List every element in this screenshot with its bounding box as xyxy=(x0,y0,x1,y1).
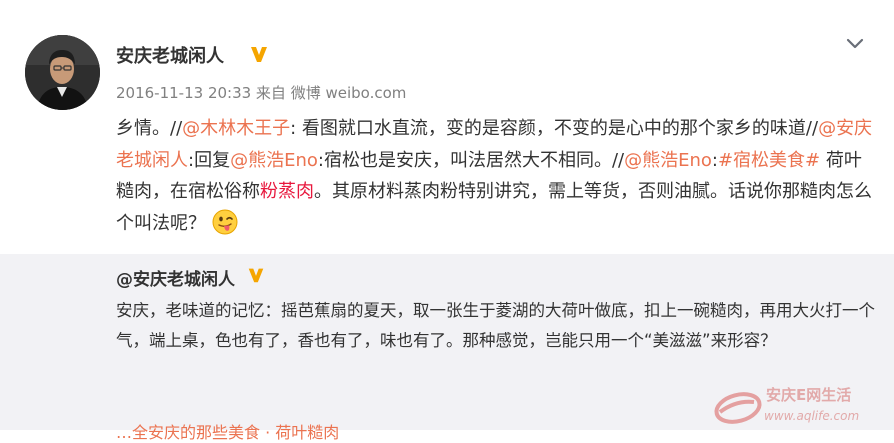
mention-link[interactable]: @熊浩Eno xyxy=(624,150,712,171)
weibo-post-card: 安庆老城闲人 2016-11-13 20:33 来自 微博 weibo.com … xyxy=(0,0,894,442)
verified-v-icon xyxy=(251,47,267,62)
post-text-segment: :回复 xyxy=(188,149,231,171)
post-text-segment: : 看图就口水直流，变的是容颜，不变的是心中的那个家乡的味道// xyxy=(290,118,819,139)
quoted-post-text: 安庆，老味道的记忆：摇芭蕉扇的夏天，取一张生于菱湖的大荷叶做底，扣上一碗糙肉，再… xyxy=(116,301,875,350)
author-name[interactable]: 安庆老城闲人 xyxy=(116,42,224,68)
tongue-out-emoji-icon xyxy=(212,209,238,234)
verified-v-icon xyxy=(248,268,264,283)
chevron-down-icon[interactable] xyxy=(843,36,867,52)
post-text: 乡情。//@木林木王子: 看图就口水直流，变的是容颜，不变的是心中的那个家乡的味… xyxy=(116,113,876,239)
watermark-url: www.aqlife.com xyxy=(764,409,859,423)
mention-link[interactable]: @熊浩Eno xyxy=(230,150,318,171)
site-watermark-logo: 安庆E网生活 www.aqlife.com xyxy=(714,386,859,424)
quoted-author-name[interactable]: @安庆老城闲人 xyxy=(116,265,235,290)
post-text-segment: :宿松也是安庆，叫法居然大不相同。// xyxy=(317,149,625,171)
quoted-post-link[interactable]: …全安庆的那些美食 · 荷叶糙肉 xyxy=(116,419,339,443)
hashtag-link[interactable]: #宿松美食# xyxy=(718,150,820,171)
avatar-photo xyxy=(25,35,100,110)
post-text-segment: 乡情。// xyxy=(116,118,183,139)
highlighted-keyword: 粉蒸肉 xyxy=(260,181,314,202)
watermark-name: 安庆E网生活 xyxy=(766,386,851,404)
author-avatar[interactable] xyxy=(25,35,100,110)
post-timestamp-source: 2016-11-13 20:33 来自 微博 weibo.com xyxy=(116,84,407,102)
mention-link[interactable]: @木林木王子 xyxy=(182,118,290,139)
